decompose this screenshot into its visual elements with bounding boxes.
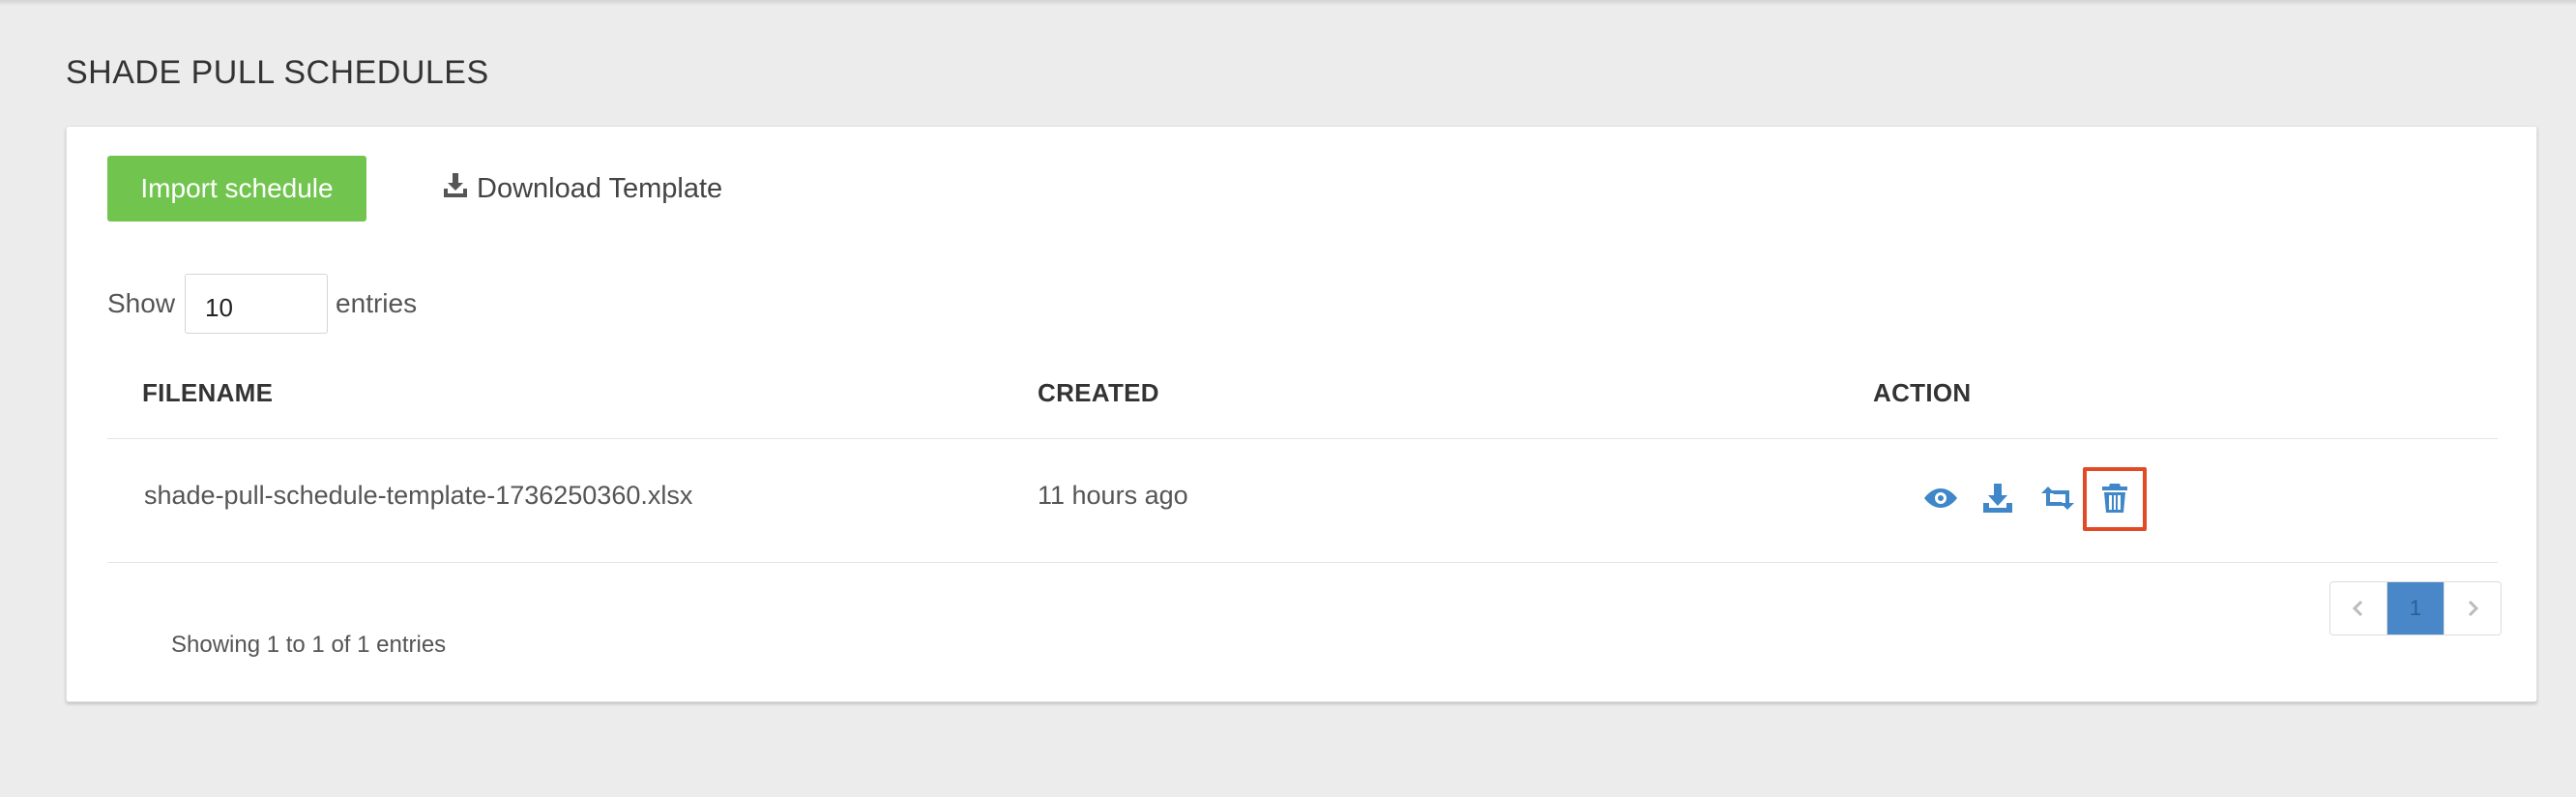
view-button[interactable] — [1921, 479, 1960, 517]
schedules-panel: Import schedule Download Template Show e… — [66, 126, 2537, 702]
column-header-action: ACTION — [1873, 378, 1972, 407]
column-header-filename[interactable]: FILENAME — [142, 378, 273, 408]
page-title: SHADE PULL SCHEDULES — [66, 54, 489, 91]
page-1-button[interactable]: 1 — [2386, 582, 2444, 635]
column-header-created[interactable]: CREATED — [1038, 378, 1159, 408]
row-filename: shade-pull-schedule-template-1736250360.… — [144, 481, 693, 510]
pagination: 1 — [2329, 581, 2502, 635]
row-divider — [107, 562, 2498, 563]
import-schedule-button[interactable]: Import schedule — [107, 156, 366, 221]
top-shadow — [0, 0, 2576, 6]
replace-button[interactable] — [2038, 479, 2077, 517]
download-file-button[interactable] — [1978, 479, 2017, 517]
delete-highlight-box — [2083, 467, 2147, 531]
header-divider — [107, 438, 2498, 439]
entries-length-control: Show entries — [107, 272, 417, 336]
row-created: 11 hours ago — [1038, 481, 1188, 510]
next-page-button[interactable] — [2444, 582, 2501, 635]
download-icon — [442, 171, 469, 206]
download-template-label: Download Template — [477, 172, 723, 204]
download-template-button[interactable]: Download Template — [442, 156, 722, 221]
download-icon — [1983, 484, 2012, 513]
show-label: Show — [107, 288, 176, 318]
chevron-right-icon — [2468, 600, 2479, 617]
entries-per-page-input[interactable] — [185, 274, 329, 334]
eye-icon — [1924, 488, 1957, 508]
retweet-icon — [2041, 487, 2074, 510]
previous-page-button[interactable] — [2330, 582, 2386, 635]
entries-label: entries — [336, 288, 418, 318]
table-info: Showing 1 to 1 of 1 entries — [171, 632, 447, 658]
chevron-left-icon — [2352, 600, 2363, 617]
